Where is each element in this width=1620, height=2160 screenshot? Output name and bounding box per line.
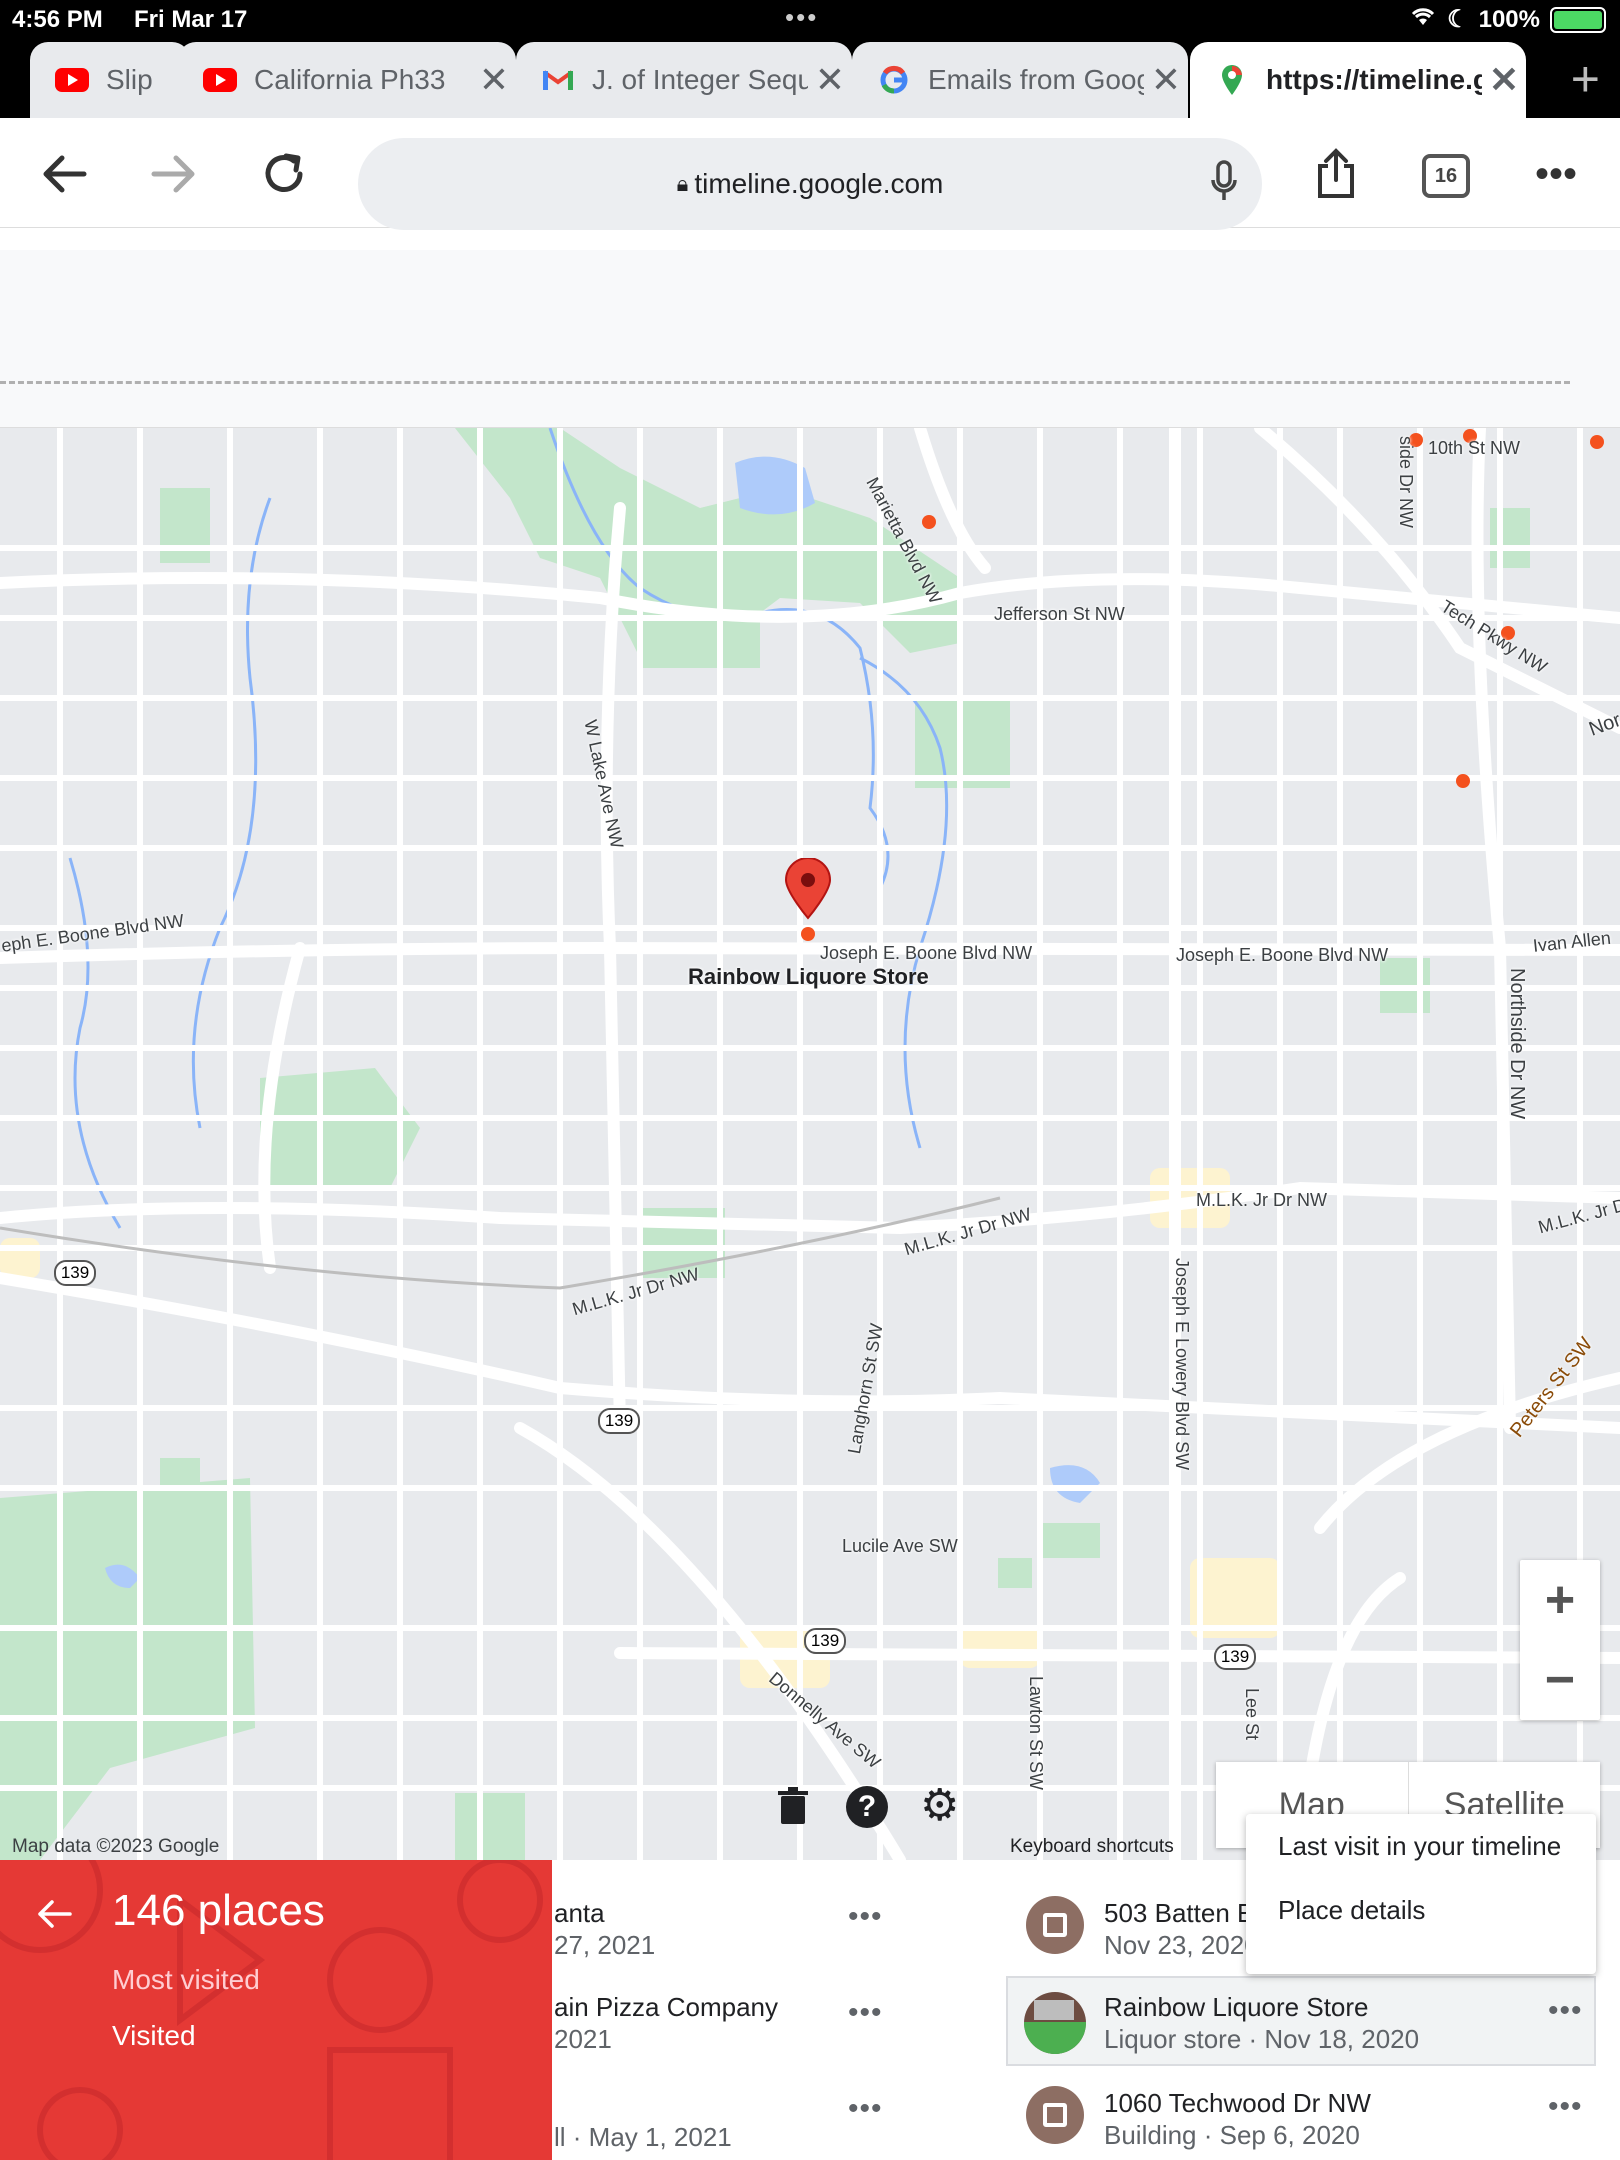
- place-icon: [1026, 1896, 1084, 1954]
- share-button[interactable]: [1306, 144, 1366, 204]
- tab-emails-google[interactable]: Emails from Google ✕: [852, 42, 1188, 118]
- youtube-icon: [202, 66, 238, 94]
- back-button[interactable]: [34, 144, 94, 204]
- wifi-icon: [1409, 5, 1437, 34]
- route-139-badge: 139: [598, 1408, 640, 1434]
- google-icon: [876, 65, 912, 94]
- gmail-icon: [540, 66, 576, 94]
- moon-icon: ☾: [1447, 6, 1469, 33]
- close-tab-icon[interactable]: ✕: [472, 59, 516, 101]
- street-label: Joseph E. Boone Blvd NW: [820, 943, 1033, 963]
- tab-slip[interactable]: Slip: [30, 42, 190, 118]
- youtube-icon: [54, 66, 90, 94]
- street-label: Jefferson St NW: [994, 604, 1125, 624]
- list-item-subtitle: ll · May 1, 2021: [554, 2122, 732, 2152]
- new-tab-button[interactable]: +: [1571, 54, 1600, 104]
- lock-icon: 🔒︎: [676, 171, 689, 196]
- map-view[interactable]: Marietta Blvd NW Jefferson St NW 10th St…: [0, 428, 1620, 1860]
- tab-title: Emails from Google: [928, 64, 1144, 95]
- zoom-in-button[interactable]: +: [1520, 1560, 1600, 1640]
- route-139-badge: 139: [1214, 1644, 1256, 1670]
- tab-title: https://timeline.google.com: [1266, 64, 1482, 95]
- status-bar: 4:56 PM Fri Mar 17 ••• ☾ 100%: [0, 0, 1620, 40]
- street-label: Northside Dr NW: [1506, 968, 1528, 1120]
- places-summary-card: 146 places Most visited Visited: [0, 1860, 552, 2160]
- more-options-icon[interactable]: •••: [848, 1900, 883, 1934]
- list-item-title: anta: [554, 1898, 605, 1928]
- tab-bar: Slip California Ph33 ✕ J. of Integer Seq…: [0, 40, 1620, 118]
- more-menu-button[interactable]: •••: [1526, 144, 1586, 204]
- list-item-title: 503 Batten E: [1104, 1898, 1255, 1928]
- street-label: Joseph E. Boone Blvd NW: [1176, 945, 1389, 965]
- street-label: Joseph E Lowery Blvd SW: [1172, 1258, 1192, 1471]
- url-text: timeline.google.com: [694, 168, 944, 199]
- menu-item-place-details[interactable]: Place details: [1246, 1878, 1596, 1942]
- trash-icon[interactable]: [776, 1786, 810, 1831]
- keyboard-shortcuts-link[interactable]: Keyboard shortcuts: [1010, 1836, 1174, 1858]
- reload-button[interactable]: [254, 144, 314, 204]
- list-item-selected[interactable]: Rainbow Liquore Store Liquor store · Nov…: [1006, 1976, 1596, 2066]
- street-label: Lucile Ave SW: [842, 1536, 958, 1556]
- more-options-icon[interactable]: •••: [1548, 1994, 1583, 2028]
- close-tab-icon[interactable]: ✕: [1144, 59, 1188, 101]
- close-tab-icon[interactable]: ✕: [808, 59, 852, 101]
- map-pin-icon[interactable]: [784, 857, 832, 947]
- list-item-subtitle: Nov 23, 2020: [1104, 1930, 1259, 1960]
- close-tab-icon[interactable]: ✕: [1482, 59, 1526, 101]
- list-item-subtitle: 27, 2021: [554, 1930, 656, 1960]
- battery-icon: [1550, 6, 1606, 33]
- menu-item-last-visit[interactable]: Last visit in your timeline: [1246, 1814, 1596, 1878]
- list-item-subtitle: Building · Sep 6, 2020: [1104, 2120, 1360, 2150]
- list-item-subtitle: Liquor store · Nov 18, 2020: [1104, 2024, 1420, 2054]
- places-count: 146 places: [112, 1886, 325, 1935]
- list-item-title: Rainbow Liquore Store: [1104, 1992, 1369, 2022]
- route-139-badge: 139: [54, 1260, 96, 1286]
- more-options-icon[interactable]: •••: [1548, 2090, 1583, 2124]
- back-arrow-icon[interactable]: [36, 1898, 72, 1935]
- street-label: 10th St NW: [1428, 438, 1521, 458]
- street-label: Lawton St SW: [1026, 1676, 1046, 1791]
- filter-visited[interactable]: Visited: [112, 2020, 196, 2052]
- zoom-out-button[interactable]: −: [1520, 1640, 1600, 1720]
- timeline-strip: [0, 250, 1620, 428]
- tab-count-button[interactable]: 16: [1422, 154, 1470, 198]
- list-item-subtitle: 2021: [554, 2024, 612, 2054]
- microphone-icon[interactable]: [1210, 160, 1238, 211]
- street-label: Lee St: [1242, 1688, 1262, 1741]
- settings-gear-icon[interactable]: ⚙: [920, 1780, 959, 1831]
- map-attribution: Map data ©2023 Google: [12, 1836, 220, 1857]
- multitasking-dots-icon[interactable]: •••: [785, 2, 818, 33]
- address-bar[interactable]: 🔒︎ timeline.google.com: [358, 138, 1262, 230]
- more-options-icon[interactable]: •••: [848, 2092, 883, 2126]
- browser-toolbar: 🔒︎ timeline.google.com 16 •••: [0, 118, 1620, 230]
- selected-place-label: Rainbow Liquore Store: [688, 964, 929, 989]
- zoom-control: + −: [1520, 1560, 1600, 1720]
- forward-button[interactable]: [144, 144, 204, 204]
- list-item-title: 1060 Techwood Dr NW: [1104, 2088, 1371, 2118]
- maps-pin-icon: [1214, 65, 1250, 95]
- help-icon[interactable]: ?: [846, 1786, 888, 1828]
- street-label: side Dr NW: [1396, 436, 1416, 529]
- street-label: M.L.K. Jr Dr NW: [1196, 1190, 1327, 1210]
- tab-timeline-active[interactable]: https://timeline.google.com ✕: [1190, 42, 1526, 118]
- place-photo: [1024, 1992, 1086, 2054]
- tab-title: J. of Integer Sequences: [592, 64, 808, 95]
- status-date: Fri Mar 17: [134, 6, 248, 33]
- status-time: 4:56 PM: [12, 6, 103, 33]
- context-menu: Last visit in your timeline Place detail…: [1246, 1814, 1596, 1974]
- place-icon: [1026, 2086, 1084, 2144]
- more-options-icon[interactable]: •••: [848, 1996, 883, 2030]
- tab-integer-sequences[interactable]: J. of Integer Sequences ✕: [516, 42, 852, 118]
- tab-california[interactable]: California Ph33 ✕: [178, 42, 516, 118]
- filter-most-visited[interactable]: Most visited: [112, 1964, 260, 1996]
- route-139-badge: 139: [804, 1628, 846, 1654]
- battery-percent: 100%: [1478, 5, 1540, 33]
- tab-title: California Ph33: [254, 64, 446, 95]
- list-item-title: ain Pizza Company: [554, 1992, 778, 2022]
